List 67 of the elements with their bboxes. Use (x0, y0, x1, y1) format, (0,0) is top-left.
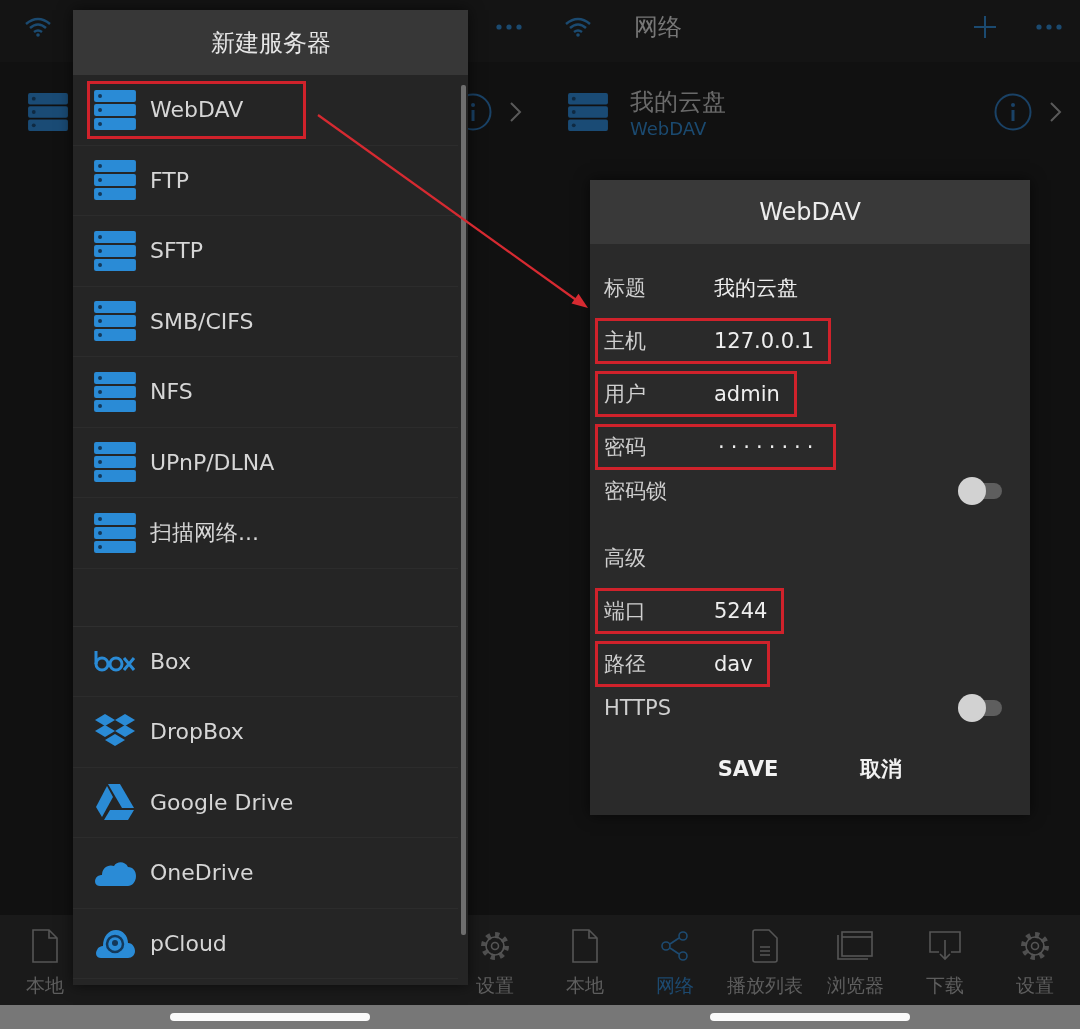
field-label: 标题 (604, 274, 647, 302)
scrollbar[interactable] (461, 85, 466, 935)
menu-item[interactable]: SFTP (73, 216, 458, 287)
input-field[interactable]: 127.0.0.1 (714, 328, 815, 353)
input-field[interactable]: 5244 (714, 598, 768, 623)
server-icon (94, 301, 136, 342)
box-logo-icon (94, 650, 136, 673)
menu-item[interactable]: OneDrive (73, 838, 458, 909)
add-icon[interactable] (974, 16, 996, 38)
section-heading: 高级 (604, 544, 646, 572)
wifi-icon (564, 17, 592, 37)
screen-title: 网络 (634, 12, 682, 43)
settings-icon (1019, 930, 1051, 962)
more-icon[interactable] (1036, 24, 1062, 30)
info-icon[interactable] (994, 93, 1032, 131)
more-icon[interactable] (496, 24, 522, 30)
menu-item[interactable]: DropBox (73, 697, 458, 768)
file-icon (572, 929, 598, 963)
server-icon (28, 93, 68, 131)
windows-icon (837, 931, 873, 961)
field-label: 用户 (604, 380, 647, 408)
field-label: 路径 (604, 650, 647, 678)
field-label: 端口 (604, 597, 647, 625)
highlight-box: WebDAV (87, 80, 307, 139)
menu-item[interactable]: Google Drive (73, 767, 458, 838)
server-icon (94, 512, 136, 553)
menu-item[interactable]: FTP (73, 145, 458, 216)
file-icon (32, 929, 58, 963)
password-field[interactable]: ········ (714, 434, 820, 459)
server-icon (94, 89, 136, 130)
download-icon (929, 931, 961, 961)
input-field[interactable]: dav (714, 651, 753, 676)
field-label: HTTPS (604, 696, 672, 720)
menu-item[interactable]: Box (73, 626, 458, 697)
settings-icon (479, 930, 511, 962)
field-label: 密码 (604, 433, 647, 461)
server-icon (94, 442, 136, 483)
chevron-icon[interactable] (1050, 102, 1062, 122)
document-icon (752, 929, 778, 963)
menu-item[interactable]: SMB/CIFS (73, 286, 458, 357)
menu-item[interactable]: NFS (73, 357, 458, 428)
toggle-switch[interactable] (958, 694, 1002, 722)
server-type: WebDAV (630, 117, 708, 139)
input-field[interactable]: admin (714, 381, 780, 406)
server-icon (94, 160, 136, 201)
toggle-switch[interactable] (958, 477, 1002, 505)
chevron-icon[interactable] (510, 102, 522, 122)
dialog-title: 新建服务器 (73, 10, 468, 75)
field-label: 主机 (604, 327, 647, 355)
drive-triangle-icon (95, 784, 135, 821)
dialog-button[interactable]: 取消 (854, 751, 909, 787)
server-name: 我的云盘 (630, 86, 726, 118)
field-label: 密码锁 (604, 478, 667, 505)
menu-item[interactable]: pCloud (73, 908, 458, 979)
menu-item[interactable]: UPnP/DLNA (73, 427, 458, 498)
cloud-icon (94, 859, 136, 886)
wifi-icon (24, 17, 52, 37)
server-icon (568, 93, 608, 131)
share-icon (661, 931, 689, 961)
dialog-button[interactable]: SAVE (711, 753, 785, 785)
dialog-title: WebDAV (590, 180, 1030, 244)
cloud-icon (95, 928, 135, 959)
menu-item[interactable]: 扫描网络... (73, 498, 458, 569)
input-field[interactable]: 我的云盘 (714, 273, 798, 302)
menu-item[interactable]: WebDAV (73, 75, 458, 146)
server-icon (94, 230, 136, 271)
server-icon (94, 371, 136, 412)
